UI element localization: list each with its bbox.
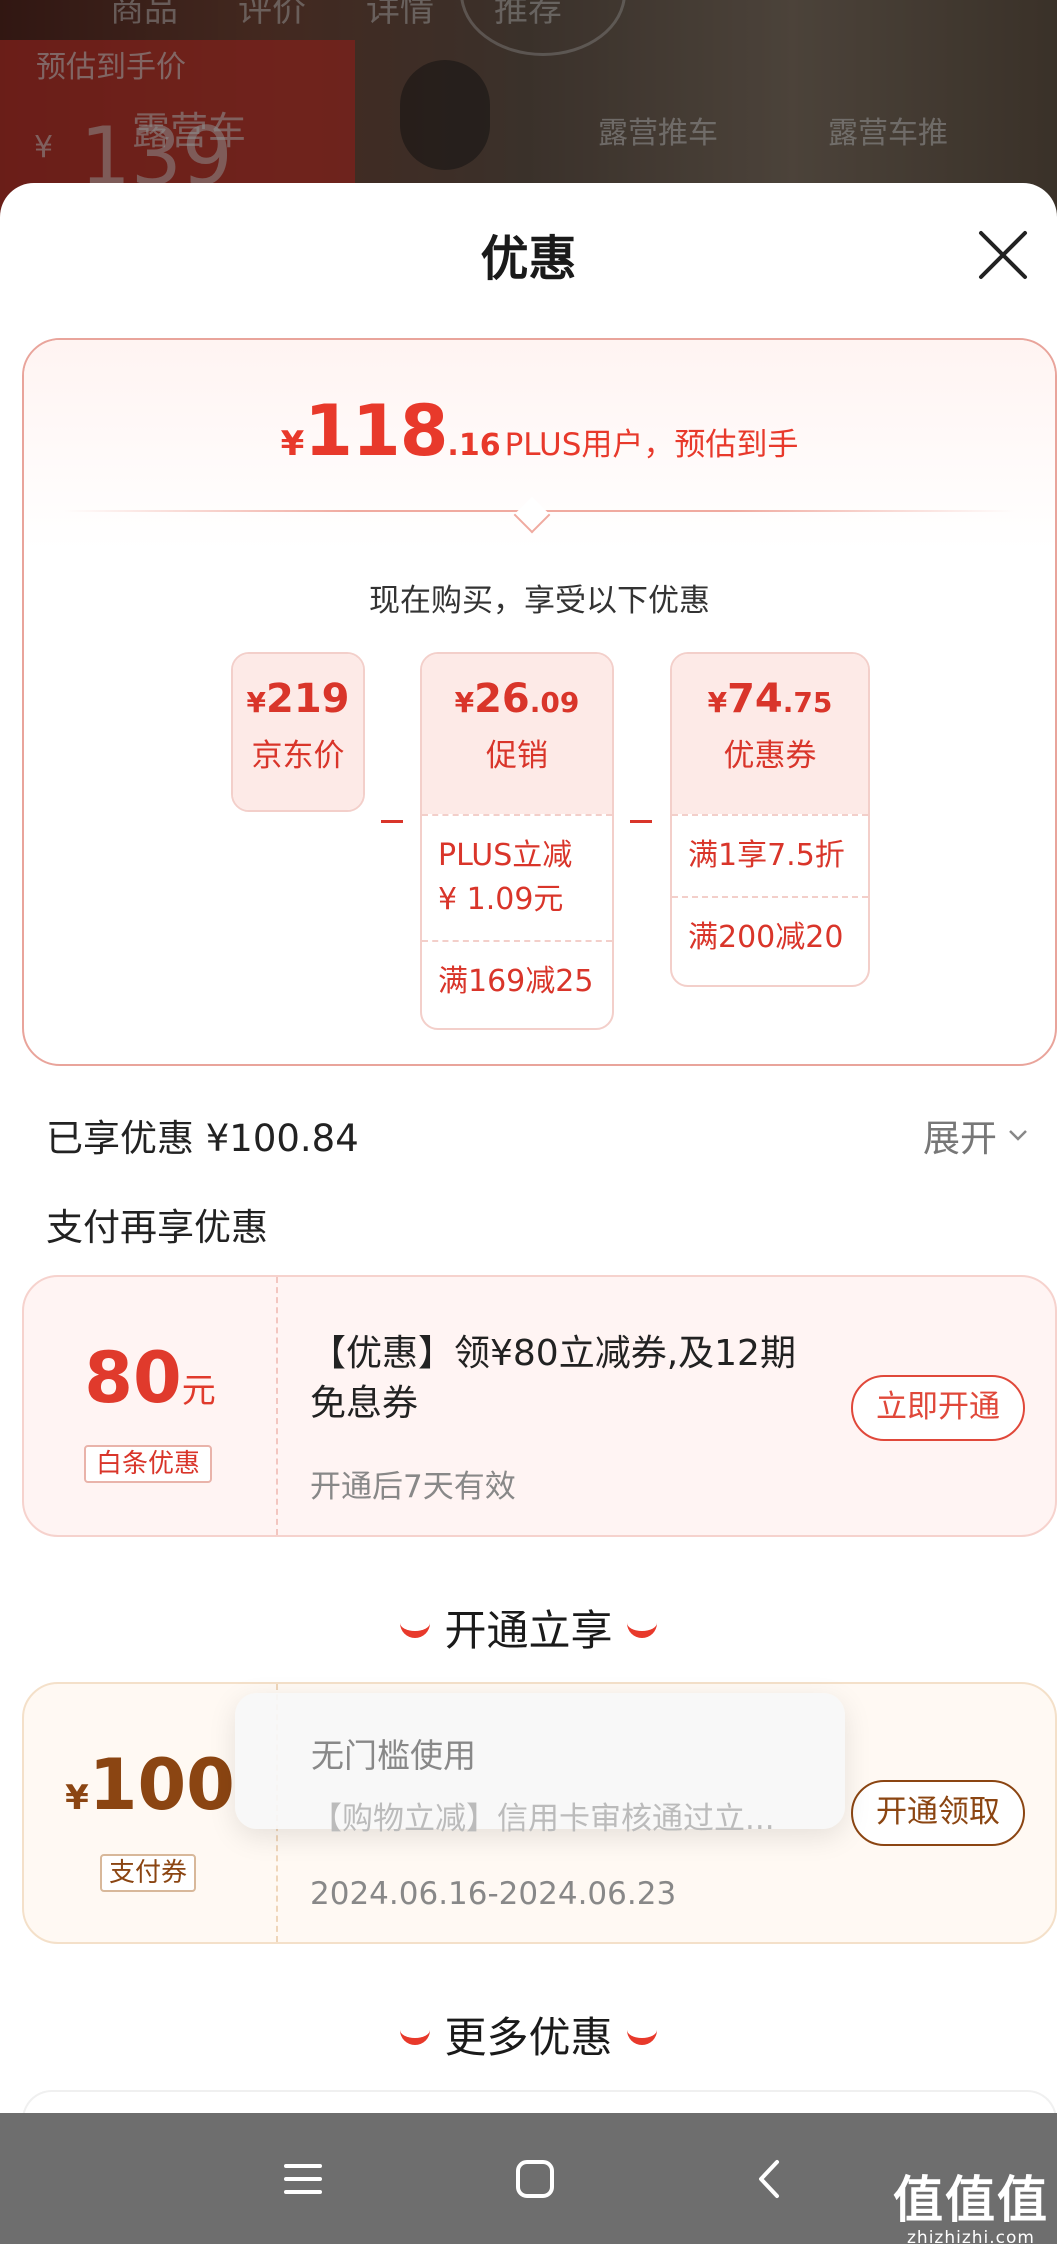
- price-decimal: .16: [447, 428, 501, 463]
- chip-value: ¥219: [246, 676, 350, 722]
- smile-icon: [400, 1617, 431, 1638]
- coupon-tooltip: 无门槛使用 【购物立减】信用卡审核通过立...: [235, 1693, 845, 1837]
- price-integer: 118: [304, 390, 448, 472]
- price-note: PLUS用户，预估到手: [504, 427, 799, 463]
- close-button[interactable]: [973, 225, 1033, 285]
- recent-apps-button[interactable]: [243, 2113, 363, 2244]
- watermark-url: zhizhizhi.com: [907, 2228, 1035, 2248]
- chip-detail-line: ¥ 1.09元: [438, 882, 564, 917]
- home-square-icon: [516, 2159, 554, 2198]
- chip-head: ¥74.75 优惠券: [672, 654, 868, 814]
- pay-section-title: 支付再享优惠: [46, 1206, 268, 1249]
- chip-label: 京东价: [251, 738, 345, 774]
- offer-subtitle: 开通后7天有效: [310, 1469, 516, 1505]
- menu-icon: [284, 2163, 322, 2194]
- chip-detail: 满169减25: [422, 940, 612, 1022]
- estimated-price: ¥118.16 PLUS用户，预估到手: [24, 390, 1055, 472]
- chip-detail-line: PLUS立减: [438, 838, 573, 873]
- chip-label: 优惠券: [723, 738, 817, 774]
- offer-title: 【优惠】领¥80立减券,及12期免息券: [310, 1333, 796, 1424]
- enjoyed-discount: 已享优惠 ¥100.84: [46, 1117, 359, 1160]
- summary-subtitle: 现在购买，享受以下优惠: [369, 583, 710, 619]
- chevron-down-icon: [1009, 1130, 1027, 1141]
- expand-label: 展开: [923, 1117, 997, 1160]
- open-now-button[interactable]: 立即开通: [851, 1375, 1025, 1441]
- minus-sign: [381, 820, 403, 823]
- price-currency: ¥: [280, 424, 305, 464]
- chip-head: ¥219 京东价: [233, 654, 363, 810]
- chip-label: 促销: [486, 738, 548, 774]
- back-button[interactable]: [710, 2113, 830, 2244]
- site-watermark: 值值值 zhizhizhi.com: [893, 2160, 1049, 2248]
- back-chevron-icon: [759, 2159, 779, 2198]
- baitiao-offer-card[interactable]: 80元 白条优惠 【优惠】领¥80立减券,及12期免息券 开通后7天有效 立即开…: [22, 1275, 1057, 1537]
- section-header-more: 更多优惠: [0, 2004, 1057, 2065]
- chip-value: ¥26.09: [454, 676, 580, 722]
- open-claim-button[interactable]: 开通领取: [851, 1780, 1025, 1846]
- chip-promotion: ¥26.09 促销 PLUS立减 ¥ 1.09元 满169减25: [420, 652, 614, 1030]
- chip-detail: PLUS立减 ¥ 1.09元: [422, 814, 612, 940]
- home-button[interactable]: [475, 2113, 595, 2244]
- smile-icon: [626, 2024, 657, 2045]
- watermark-logo: 值值值: [893, 2171, 1049, 2229]
- sheet-title: 优惠: [480, 231, 577, 287]
- smile-icon: [400, 2024, 431, 2045]
- tooltip-line-1: 无门槛使用: [311, 1736, 476, 1775]
- offer-amount: 80元: [84, 1337, 216, 1419]
- card-separator: [276, 1277, 278, 1535]
- chip-detail: 满200减20: [672, 896, 868, 978]
- chip-coupon: ¥74.75 优惠券 满1享7.5折 满200减20: [670, 652, 870, 987]
- offer-tag: 白条优惠: [84, 1445, 212, 1483]
- chip-detail: 满1享7.5折: [672, 814, 868, 896]
- coupon-date-range: 2024.06.16-2024.06.23: [310, 1876, 677, 1912]
- chip-jd-price: ¥219 京东价: [231, 652, 365, 812]
- section-header-open: 开通立享: [0, 1597, 1057, 1658]
- smile-icon: [626, 1617, 657, 1638]
- expand-button[interactable]: 展开: [923, 1108, 1029, 1162]
- price-summary-card: ¥118.16 PLUS用户，预估到手 现在购买，享受以下优惠 ¥219 京东价 …: [22, 338, 1057, 1066]
- chip-head: ¥26.09 促销: [422, 654, 612, 814]
- close-icon: [979, 231, 1027, 279]
- coupon-tag: 支付券: [100, 1854, 196, 1892]
- tooltip-line-2: 【购物立减】信用卡审核通过立...: [311, 1801, 775, 1837]
- chip-value: ¥74.75: [707, 676, 833, 722]
- minus-sign: [630, 820, 652, 823]
